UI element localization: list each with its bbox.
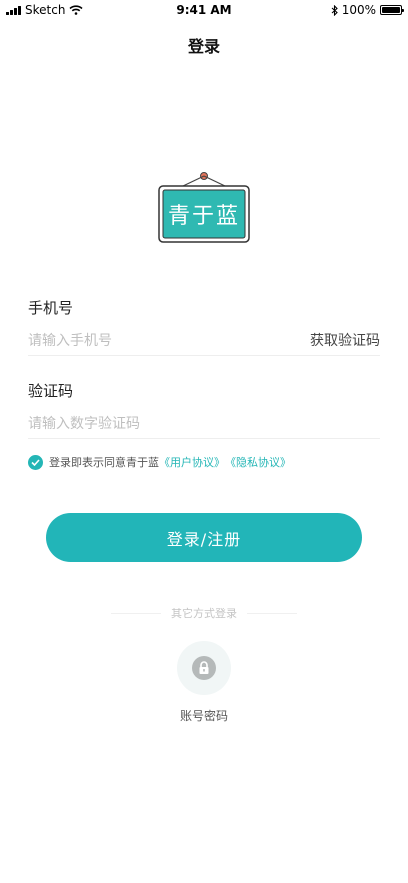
- user-agreement-link[interactable]: 《用户协议》: [159, 454, 225, 470]
- phone-label: 手机号: [28, 299, 74, 317]
- login-register-button[interactable]: 登录/注册: [46, 513, 362, 562]
- phone-divider: [28, 355, 380, 356]
- page-title: 登录: [187, 37, 220, 56]
- agree-checkbox[interactable]: [28, 454, 43, 470]
- code-input[interactable]: 请输入数字验证码: [28, 413, 140, 433]
- other-login-title: 其它方式登录: [171, 607, 237, 620]
- divider-line-right: [247, 612, 297, 614]
- account-password-label: 账号密码: [179, 709, 228, 723]
- check-icon: [31, 458, 40, 466]
- status-bar: Sketch 9:41 AM 100%: [0, 0, 408, 20]
- agreement-text: 登录即表示同意青于蓝: [49, 456, 159, 469]
- battery-level: [382, 7, 400, 13]
- logo-text: 青于蓝: [168, 204, 240, 229]
- code-divider: [28, 438, 380, 439]
- code-label: 验证码: [28, 382, 74, 400]
- shop-sign-logo: 青于蓝: [158, 172, 250, 243]
- battery-percent: 100%: [341, 3, 376, 17]
- account-password-button[interactable]: [177, 641, 231, 695]
- lock-icon: [192, 656, 216, 680]
- bluetooth-icon: [331, 4, 338, 16]
- divider-line-left: [111, 612, 161, 614]
- phone-input[interactable]: 请输入手机号: [28, 330, 112, 350]
- agreement-row: 登录即表示同意青于蓝 《用户协议》 《隐私协议》: [28, 454, 291, 470]
- privacy-policy-link[interactable]: 《隐私协议》: [225, 454, 291, 470]
- status-right: 100%: [331, 3, 404, 17]
- battery-icon: [380, 5, 404, 15]
- other-login-divider: 其它方式登录: [0, 605, 408, 621]
- get-code-button[interactable]: 获取验证码: [310, 330, 380, 350]
